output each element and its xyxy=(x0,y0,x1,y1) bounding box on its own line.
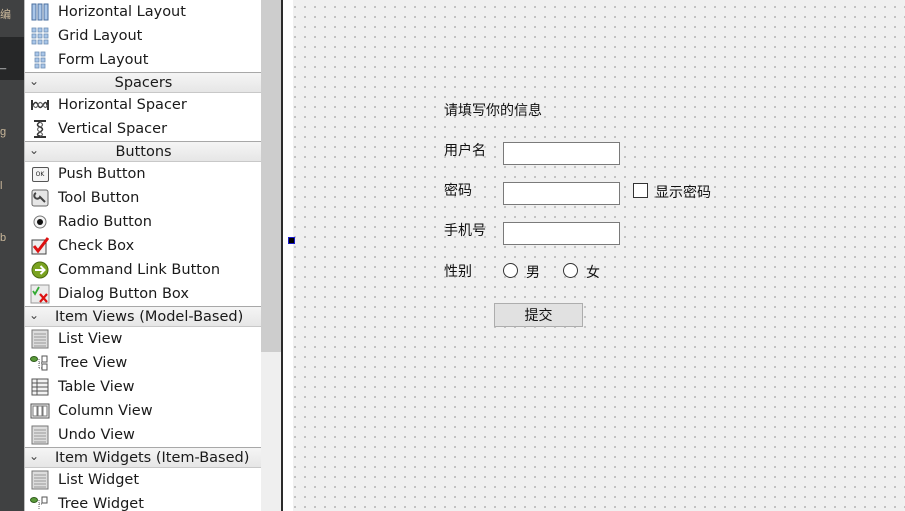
category-item-views[interactable]: ⌄ Item Views (Model-Based) xyxy=(25,306,262,327)
category-label: Spacers xyxy=(114,74,173,91)
push-button-icon-text: OK xyxy=(31,166,49,182)
widget-item-label: Horizontal Spacer xyxy=(58,97,187,113)
form-editor-canvas[interactable] xyxy=(293,0,905,511)
widget-item-list-view[interactable]: List View xyxy=(25,327,262,351)
show-password-label[interactable]: 显示密码 xyxy=(655,182,711,202)
widget-item-label: Tree View xyxy=(58,355,128,371)
widget-item-label: Grid Layout xyxy=(58,28,143,44)
widget-item-label: Push Button xyxy=(58,166,146,182)
command-link-icon xyxy=(30,260,50,280)
category-label: Buttons xyxy=(115,143,172,160)
check-box-icon xyxy=(30,236,50,256)
widget-box: Horizontal Layout Grid Layout Form Layou… xyxy=(24,0,262,511)
list-widget-icon xyxy=(30,470,50,490)
show-password-checkbox[interactable] xyxy=(633,183,648,198)
widget-item-dialog-button-box[interactable]: Dialog Button Box xyxy=(25,282,262,306)
widget-item-list-widget[interactable]: List Widget xyxy=(25,468,262,492)
horizontal-spacer-icon xyxy=(30,95,50,115)
gender-female-label[interactable]: 女 xyxy=(586,262,600,282)
gender-female-radio[interactable] xyxy=(563,263,578,278)
username-label: 用户名 xyxy=(444,143,486,159)
grid-layout-icon xyxy=(30,26,50,46)
chevron-down-icon[interactable]: ⌄ xyxy=(29,74,39,88)
username-input[interactable] xyxy=(503,142,620,165)
widget-item-command-link-button[interactable]: Command Link Button xyxy=(25,258,262,282)
widget-item-tool-button[interactable]: Tool Button xyxy=(25,186,262,210)
category-label: Item Widgets (Item-Based) xyxy=(55,449,250,466)
gender-male-label[interactable]: 男 xyxy=(526,262,540,282)
list-view-icon xyxy=(30,329,50,349)
gender-male-radio[interactable] xyxy=(503,263,518,278)
widget-item-label: Vertical Spacer xyxy=(58,121,168,137)
category-item-widgets[interactable]: ⌄ Item Widgets (Item-Based) xyxy=(25,447,262,468)
widget-item-label: Command Link Button xyxy=(58,262,221,278)
undo-view-icon xyxy=(30,425,50,445)
widget-item-horizontal-layout[interactable]: Horizontal Layout xyxy=(25,0,262,24)
widget-item-vertical-spacer[interactable]: Vertical Spacer xyxy=(25,117,262,141)
phone-label: 手机号 xyxy=(444,223,486,239)
vertical-spacer-icon xyxy=(30,119,50,139)
widget-item-check-box[interactable]: Check Box xyxy=(25,234,262,258)
gender-label: 性别 xyxy=(444,264,472,280)
widget-item-label: Check Box xyxy=(58,238,135,254)
widget-item-tree-view[interactable]: Tree View xyxy=(25,351,262,375)
phone-input[interactable] xyxy=(503,222,620,245)
chevron-down-icon[interactable]: ⌄ xyxy=(29,308,39,322)
widget-item-label: Radio Button xyxy=(58,214,152,230)
push-button-icon: OK xyxy=(30,164,50,184)
widget-item-radio-button[interactable]: Radio Button xyxy=(25,210,262,234)
widget-item-label: Tree Widget xyxy=(58,496,144,511)
tree-view-icon xyxy=(30,353,50,373)
widget-item-column-view[interactable]: Column View xyxy=(25,399,262,423)
mode-sidebar: 编 _ g l b xyxy=(0,0,24,511)
form-layout-icon xyxy=(30,50,50,70)
category-spacers[interactable]: ⌄ Spacers xyxy=(25,72,262,93)
widget-item-label: Tool Button xyxy=(58,190,140,206)
widget-item-form-layout[interactable]: Form Layout xyxy=(25,48,262,72)
category-buttons[interactable]: ⌄ Buttons xyxy=(25,141,262,162)
password-input[interactable] xyxy=(503,182,620,205)
widget-item-label: Undo View xyxy=(58,427,135,443)
editor-margin xyxy=(283,0,293,511)
widget-item-label: Form Layout xyxy=(58,52,149,68)
widget-item-label: Horizontal Layout xyxy=(58,4,186,20)
table-view-icon xyxy=(30,377,50,397)
widget-item-table-view[interactable]: Table View xyxy=(25,375,262,399)
category-label: Item Views (Model-Based) xyxy=(55,308,244,325)
widget-item-undo-view[interactable]: Undo View xyxy=(25,423,262,447)
column-view-icon xyxy=(30,401,50,421)
mode-edit-glyph[interactable]: 编 xyxy=(0,6,11,22)
form-title-label: 请填写你的信息 xyxy=(444,103,542,119)
widget-item-label: Column View xyxy=(58,403,153,419)
resize-handle[interactable] xyxy=(288,237,295,244)
widget-item-label: Dialog Button Box xyxy=(58,286,189,302)
chevron-down-icon[interactable]: ⌄ xyxy=(29,143,39,157)
mode-help-glyph[interactable]: b xyxy=(0,232,6,244)
mode-debug-glyph[interactable]: g xyxy=(0,126,6,138)
password-label: 密码 xyxy=(444,183,472,199)
widget-item-label: List Widget xyxy=(58,472,140,488)
tree-widget-icon xyxy=(30,494,50,511)
horizontal-layout-icon xyxy=(30,2,50,22)
radio-button-icon xyxy=(30,212,50,232)
mode-projects-glyph[interactable]: l xyxy=(0,180,2,192)
widget-item-push-button[interactable]: OK Push Button xyxy=(25,162,262,186)
widget-item-tree-widget[interactable]: Tree Widget xyxy=(25,492,262,511)
widget-item-grid-layout[interactable]: Grid Layout xyxy=(25,24,262,48)
submit-button[interactable]: 提交 xyxy=(494,303,583,327)
mode-design-glyph[interactable]: _ xyxy=(0,58,6,70)
chevron-down-icon[interactable]: ⌄ xyxy=(29,449,39,463)
widget-item-label: List View xyxy=(58,331,123,347)
tool-button-icon xyxy=(30,188,50,208)
widget-box-scrollbar-thumb[interactable] xyxy=(261,0,281,352)
dialog-button-box-icon xyxy=(30,284,50,304)
widget-item-horizontal-spacer[interactable]: Horizontal Spacer xyxy=(25,93,262,117)
widget-item-label: Table View xyxy=(58,379,135,395)
